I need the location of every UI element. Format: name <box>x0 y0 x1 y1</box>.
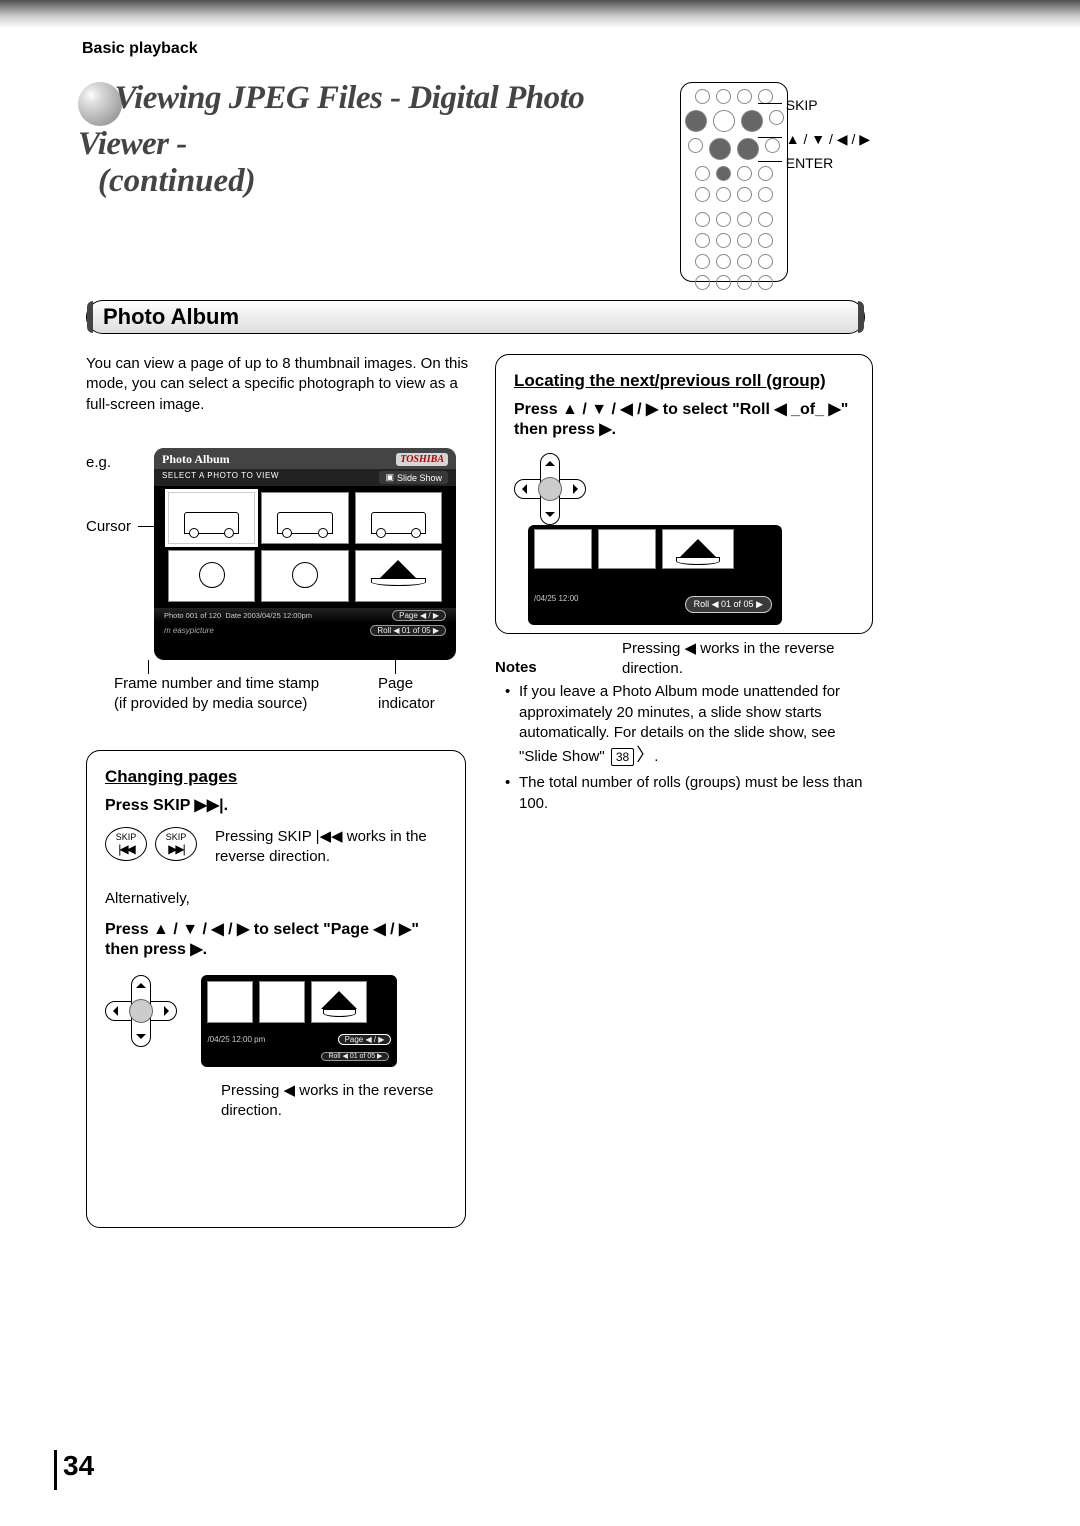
press-skip-instruction: Press SKIP ▶▶|. <box>105 795 447 815</box>
changing-pages-box: Changing pages Press SKIP ▶▶|. SKIP |◀◀ … <box>86 750 466 1228</box>
roll-indicator[interactable]: Roll ◀ 01 of 05 ▶ <box>370 625 446 636</box>
section-bar: Photo Album <box>86 300 865 334</box>
locating-press-instruction: Press ▲ / ▼ / ◀ / ▶ to select "Roll ◀ _o… <box>514 399 854 439</box>
enter-icon <box>737 138 759 160</box>
slide-show-button[interactable]: ▣Slide Show <box>379 471 448 484</box>
manual-page: Basic playback Viewing JPEG Files - Digi… <box>0 0 1080 1526</box>
skip-icon <box>685 110 707 132</box>
thumbnail[interactable] <box>355 550 442 602</box>
mini-roll-chip: Roll ◀ 01 of 05 ▶ <box>321 1052 389 1061</box>
locating-roll-heading: Locating the next/previous roll (group) <box>514 371 854 391</box>
section-label: Basic playback <box>82 40 198 58</box>
press-arrows-instruction: Press ▲ / ▼ / ◀ / ▶ to select "Page ◀ / … <box>105 919 447 959</box>
dpad-icon <box>514 453 586 525</box>
note-item: The total number of rolls (groups) must … <box>509 773 875 814</box>
notes-heading: Notes <box>495 658 875 678</box>
page-title: Viewing JPEG Files - Digital Photo Viewe… <box>78 80 660 200</box>
page-indicator-annotation: Page indicator <box>378 674 464 713</box>
thumbnail[interactable] <box>261 550 348 602</box>
arrows-icon <box>709 138 731 160</box>
brand-logo: TOSHIBA <box>396 453 448 466</box>
skip-prev-button: SKIP |◀◀ <box>105 827 147 861</box>
skip-reverse-note: Pressing SKIP |◀◀ works in the reverse d… <box>215 827 447 868</box>
mini-screenshot-page: /04/25 12:00 pm Page ◀ / ▶ Roll ◀ 01 of … <box>201 975 397 1067</box>
alternatively-label: Alternatively, <box>105 890 447 907</box>
select-photo-label: SELECT A PHOTO TO VIEW <box>162 471 279 484</box>
intro-paragraph: You can view a page of up to 8 thumbnail… <box>86 354 476 415</box>
skip-icon <box>741 110 763 132</box>
photo-album-screenshot: Photo Album TOSHIBA SELECT A PHOTO TO VI… <box>154 448 456 660</box>
reverse-direction-note: Pressing ◀ works in the reverse directio… <box>221 1081 447 1122</box>
page-gradient <box>0 0 1080 28</box>
thumbnail[interactable] <box>168 492 255 544</box>
skip-next-button: SKIP ▶▶| <box>155 827 197 861</box>
page-ref: 38 <box>611 748 634 766</box>
thumbnail-grid <box>154 486 456 608</box>
mini-page-chip[interactable]: Page ◀ / ▶ <box>338 1034 392 1045</box>
dpad-icon <box>105 975 177 1047</box>
thumbnail[interactable] <box>261 492 348 544</box>
title-line-1: Viewing JPEG Files - Digital Photo Viewe… <box>78 80 584 162</box>
changing-pages-heading: Changing pages <box>105 767 447 787</box>
callout-line <box>395 660 396 674</box>
title-line-2: (continued) <box>98 163 660 200</box>
remote-skip-label: SKIP <box>786 97 818 113</box>
page-number: 34 <box>54 1450 94 1490</box>
locating-roll-box: Locating the next/previous roll (group) … <box>495 354 873 634</box>
skip-next-icon: ▶▶| <box>168 842 184 856</box>
skip-prev-icon: |◀◀ <box>118 842 134 856</box>
easypicture-label: m easypicture <box>164 626 214 635</box>
callout-line <box>148 660 149 674</box>
remote-arrows-label: ▲ / ▼ / ◀ / ▶ <box>786 131 870 147</box>
page-indicator[interactable]: Page ◀ / ▶ <box>392 610 446 621</box>
eg-label: e.g. <box>86 454 111 471</box>
mini-date: /04/25 12:00 pm <box>207 1035 265 1044</box>
cursor-callout: Cursor <box>86 518 131 535</box>
mini-date: /04/25 12:00 <box>534 594 578 603</box>
remote-illustration <box>680 82 788 282</box>
note-item: If you leave a Photo Album mode unattend… <box>509 682 875 767</box>
mini-screenshot-roll: /04/25 12:00 Roll ◀ 01 of 05 ▶ <box>528 525 782 625</box>
screenshot-annotations: Frame number and time stamp (if provided… <box>114 674 464 713</box>
section-heading: Photo Album <box>103 304 239 330</box>
thumbnail[interactable] <box>168 550 255 602</box>
remote-labels: SKIP ▲ / ▼ / ◀ / ▶ ENTER <box>786 94 870 175</box>
album-example-block: e.g. Cursor Photo Album TOSHIBA SELECT A… <box>86 448 486 472</box>
photo-counter: Photo 001 of 120 <box>164 611 221 620</box>
mini-roll-chip-highlighted[interactable]: Roll ◀ 01 of 05 ▶ <box>685 596 772 613</box>
album-title: Photo Album <box>162 452 230 467</box>
thumbnail[interactable] <box>355 492 442 544</box>
photo-date: Date 2003/04/25 12:00pm <box>225 611 312 620</box>
notes-block: Notes If you leave a Photo Album mode un… <box>495 658 875 820</box>
remote-enter-label: ENTER <box>786 155 833 171</box>
cursor-leader-line <box>138 526 154 527</box>
